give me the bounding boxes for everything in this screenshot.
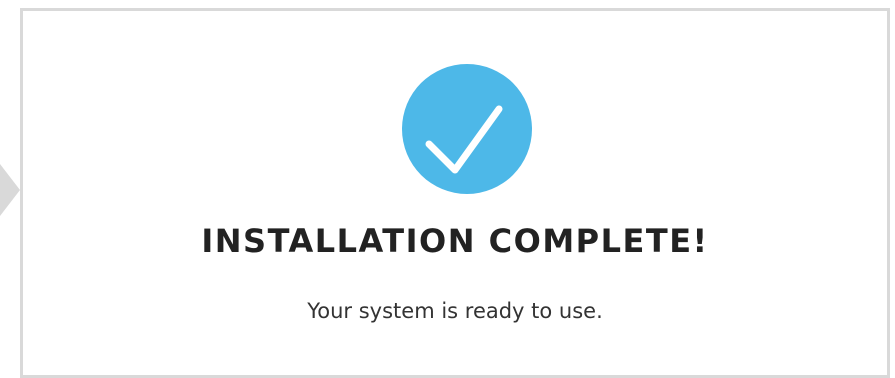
success-checkmark-badge	[402, 64, 532, 194]
installation-complete-screen: { "screen": { "title": "INSTALLATION COM…	[0, 0, 895, 378]
previous-step-arrow-icon	[0, 164, 20, 216]
status-message: Your system is ready to use.	[307, 299, 603, 323]
completion-panel: INSTALLATION COMPLETE! Your system is re…	[20, 8, 890, 378]
checkmark-icon	[425, 105, 503, 174]
page-title: INSTALLATION COMPLETE!	[201, 222, 709, 260]
